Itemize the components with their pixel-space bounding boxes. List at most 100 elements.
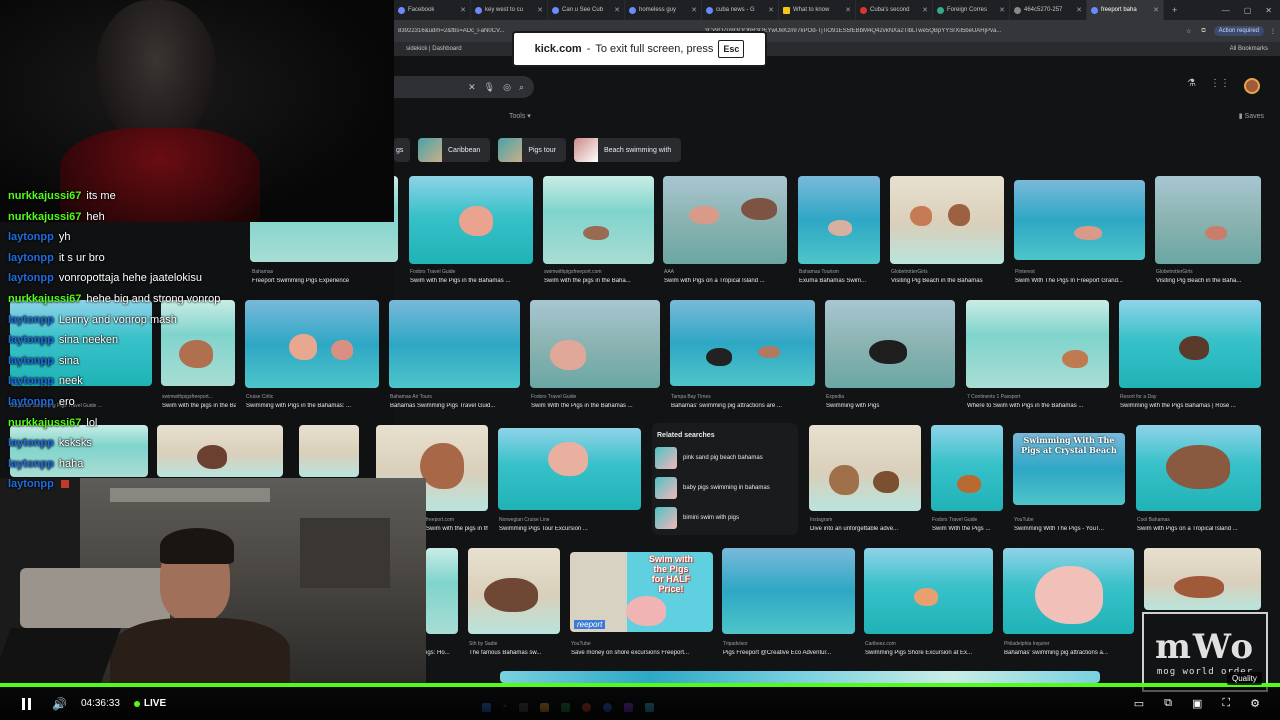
image-caption[interactable]: Swimming Pigs Tour Excursion ...: [499, 526, 642, 532]
browser-tab[interactable]: 464c5270-257 ✕: [1010, 0, 1087, 20]
browser-tab[interactable]: Foreign Corres ✕: [933, 0, 1010, 20]
live-indicator[interactable]: LIVE: [133, 698, 166, 709]
chip[interactable]: gs: [394, 138, 410, 162]
image-result[interactable]: Swimming With The Pigs at Crystal Beach: [1013, 433, 1125, 505]
related-search-item[interactable]: bimini swim with pigs: [652, 503, 798, 533]
image-caption[interactable]: Swim With the Pigs ...: [932, 526, 1004, 532]
browser-tab[interactable]: key west to cu ✕: [471, 0, 548, 20]
maximize-icon[interactable]: ▢: [1244, 6, 1252, 15]
chat-username[interactable]: laytonpp: [8, 231, 54, 243]
pause-button[interactable]: [22, 697, 34, 710]
image-result[interactable]: [1003, 548, 1134, 634]
image-caption[interactable]: Freeport Swimming Pigs Experience: [252, 278, 397, 284]
browser-tab[interactable]: What to know ✕: [779, 0, 856, 20]
image-caption[interactable]: Swimming with Pigs in the Bahamas: ...: [246, 403, 380, 409]
image-result[interactable]: [245, 300, 379, 388]
image-result[interactable]: [389, 300, 520, 388]
all-bookmarks[interactable]: All Bookmarks: [1230, 46, 1268, 52]
labs-icon[interactable]: ⚗: [1187, 78, 1196, 94]
pip-icon[interactable]: ⧉: [1164, 697, 1172, 710]
chat-username[interactable]: laytonpp: [8, 314, 54, 326]
browser-tab[interactable]: homeless guy ✕: [625, 0, 702, 20]
image-caption[interactable]: The famous Bahamas sw...: [469, 650, 561, 656]
settings-gear-icon[interactable]: ⚙: [1250, 697, 1260, 710]
browser-tab[interactable]: Facebook ✕: [394, 0, 471, 20]
new-tab-icon[interactable]: +: [1164, 5, 1177, 15]
browser-tab[interactable]: Cuba's second ✕: [856, 0, 933, 20]
menu-icon[interactable]: ⋮: [1270, 28, 1276, 35]
image-result[interactable]: [670, 300, 815, 386]
chip[interactable]: Pigs tour: [498, 138, 566, 162]
clip-icon[interactable]: ▭: [1134, 697, 1144, 710]
chat-username[interactable]: laytonpp: [8, 478, 54, 490]
image-caption[interactable]: Visiting Pig Beach in the Bahamas: [891, 278, 1005, 284]
image-result[interactable]: [1155, 176, 1261, 264]
image-caption[interactable]: igs: Ho...: [426, 650, 460, 656]
extension-icon[interactable]: ⧉: [1201, 28, 1205, 35]
image-result[interactable]: [798, 176, 880, 264]
chat-username[interactable]: laytonpp: [8, 334, 54, 346]
close-icon[interactable]: ✕: [922, 6, 928, 14]
fullscreen-icon[interactable]: ⛶: [1222, 697, 1230, 710]
image-result[interactable]: [1136, 425, 1261, 511]
close-icon[interactable]: ✕: [1076, 6, 1082, 14]
saves-button[interactable]: ▮ Saves: [1239, 112, 1264, 120]
image-caption[interactable]: Swimming Pigs Shore Excursion at Ex...: [865, 650, 994, 656]
close-icon[interactable]: ✕: [768, 6, 774, 14]
image-result[interactable]: Swim with the Pigs for HALF Price! reepo…: [570, 552, 713, 632]
tools-button[interactable]: Tools ▾: [509, 112, 531, 120]
image-caption[interactable]: Swim with Pigs on a Tropical Island ...: [1137, 526, 1262, 532]
chat-username[interactable]: nurkkajussi67: [8, 190, 81, 202]
browser-tab[interactable]: Can u See Cub ✕: [548, 0, 625, 20]
image-result[interactable]: [931, 425, 1003, 511]
chat-username[interactable]: nurkkajussi67: [8, 293, 81, 305]
image-result[interactable]: [864, 548, 993, 634]
close-icon[interactable]: ✕: [614, 6, 620, 14]
clear-icon[interactable]: ✕: [468, 82, 476, 93]
close-icon[interactable]: ✕: [1153, 6, 1159, 14]
bookmark-item[interactable]: sidekick | Dashboard: [406, 46, 462, 52]
image-caption[interactable]: Swim with Pigs on a Tropical Island ...: [664, 278, 788, 284]
chat-username[interactable]: laytonpp: [8, 252, 54, 264]
image-caption[interactable]: Swimming with the Pigs Bahamas | Rose ..…: [1120, 403, 1262, 409]
browser-tab[interactable]: cuba news - G ✕: [702, 0, 779, 20]
image-result-row-partial[interactable]: [500, 671, 1100, 683]
chip[interactable]: Beach swimming with: [573, 138, 682, 162]
image-caption[interactable]: Swim with the Pigs in the Bahamas ...: [410, 278, 534, 284]
image-result[interactable]: [1144, 548, 1261, 610]
close-icon[interactable]: ✕: [691, 6, 697, 14]
apps-icon[interactable]: ⋮⋮: [1210, 78, 1230, 94]
close-window-icon[interactable]: ✕: [1265, 6, 1272, 15]
image-result[interactable]: [825, 300, 955, 388]
image-result[interactable]: [426, 548, 458, 634]
image-caption[interactable]: Bahamas Swimming Pigs Travel Guid...: [390, 403, 521, 409]
search-box[interactable]: ✕ 🎙 ◎ ⌕: [394, 76, 534, 98]
image-caption[interactable]: Swim With The Pigs In Freeport Grand...: [1015, 278, 1146, 284]
close-icon[interactable]: ✕: [460, 6, 466, 14]
image-result[interactable]: [1119, 300, 1261, 388]
image-caption[interactable]: Bahamas' swimming pig attractions are ..…: [671, 403, 816, 409]
image-result[interactable]: [722, 548, 855, 634]
chat-username[interactable]: laytonpp: [8, 458, 54, 470]
close-icon[interactable]: ✕: [537, 6, 543, 14]
image-caption[interactable]: Save money on shore excursions Freeport.…: [571, 650, 714, 656]
image-result[interactable]: [299, 425, 359, 477]
image-caption[interactable]: Visiting Pig Beach in the Baha...: [1156, 278, 1262, 284]
image-result[interactable]: [543, 176, 654, 264]
related-search-item[interactable]: baby pigs swimming in bahamas: [652, 473, 798, 503]
chat-username[interactable]: laytonpp: [8, 437, 54, 449]
image-result[interactable]: [409, 176, 533, 264]
browser-tab-active[interactable]: freeport baha ✕: [1087, 0, 1164, 20]
search-icon[interactable]: ⌕: [519, 82, 524, 93]
image-caption[interactable]: Exuma Bahamas Swim...: [799, 278, 881, 284]
image-result[interactable]: [498, 428, 641, 510]
lens-icon[interactable]: ◎: [503, 82, 511, 93]
chat-username[interactable]: laytonpp: [8, 272, 54, 284]
chat-username[interactable]: nurkkajussi67: [8, 417, 81, 429]
minimize-icon[interactable]: —: [1222, 6, 1230, 15]
image-caption[interactable]: Dive into an unforgettable adve...: [810, 526, 922, 532]
image-caption[interactable]: Bahamas' swimming pig attractions a...: [1004, 650, 1135, 656]
image-caption[interactable]: Swim with the pigs in the Baha...: [544, 278, 654, 284]
image-result[interactable]: [663, 176, 787, 264]
image-result[interactable]: [890, 176, 1004, 264]
